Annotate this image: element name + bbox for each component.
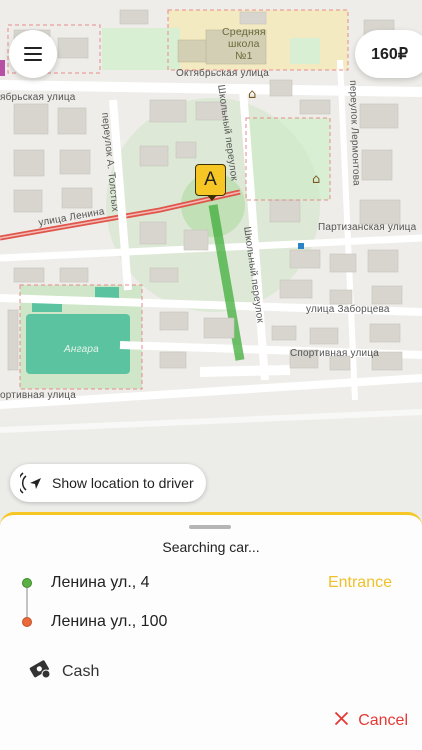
hamburger-icon: [24, 47, 42, 61]
street-label-partizanskaya: Партизанская улица: [318, 222, 417, 233]
payment-method-button[interactable]: Cash: [28, 658, 99, 685]
school-label-line3: №1: [235, 50, 253, 62]
svg-text:⌂: ⌂: [312, 172, 320, 187]
street-label-oktyabrskaya-left: ябрьская улица: [0, 92, 76, 103]
street-label-sportivnaya: Спортивная улица: [290, 348, 379, 359]
entrance-button[interactable]: Entrance: [328, 574, 392, 592]
show-location-button[interactable]: Show location to driver: [10, 464, 206, 502]
school-label-line2: школа: [228, 38, 260, 50]
origin-address[interactable]: Ленина ул., 4: [51, 574, 150, 592]
price-label: 160₽: [371, 46, 408, 63]
school-label: Средняя школа №1: [222, 26, 266, 62]
destination-address[interactable]: Ленина ул., 100: [51, 613, 167, 631]
school-label-line1: Средняя: [222, 26, 266, 38]
price-button[interactable]: 160₽: [355, 30, 422, 78]
pickup-marker-tip: [207, 195, 217, 201]
street-label-zaboritseva: улица Заборцева: [306, 304, 390, 315]
street-label-oktyabrskaya: Октябрьская улица: [176, 68, 269, 79]
street-label-bottom-left: ортивная улица: [0, 390, 76, 401]
cash-icon: [28, 658, 52, 685]
stadium-label: Ангара: [64, 344, 99, 355]
search-status: Searching car...: [162, 539, 260, 555]
svg-text:⌂: ⌂: [248, 87, 256, 102]
show-location-label: Show location to driver: [52, 475, 194, 491]
payment-method-label: Cash: [62, 662, 100, 680]
destination-dot-icon: [22, 617, 32, 627]
close-icon: [334, 711, 349, 731]
pickup-marker-letter: A: [204, 169, 217, 190]
menu-button[interactable]: [9, 30, 57, 78]
pickup-marker[interactable]: A: [195, 164, 226, 196]
cancel-label: Cancel: [358, 712, 408, 729]
origin-dot-icon: [22, 578, 32, 588]
broadcast-location-icon: [20, 471, 44, 495]
route-connector: [26, 588, 28, 617]
sheet-drag-handle[interactable]: [189, 525, 231, 529]
trip-bottom-sheet: Searching car... Ленина ул., 4 Entrance …: [0, 512, 422, 750]
cancel-button[interactable]: Cancel: [334, 711, 408, 731]
